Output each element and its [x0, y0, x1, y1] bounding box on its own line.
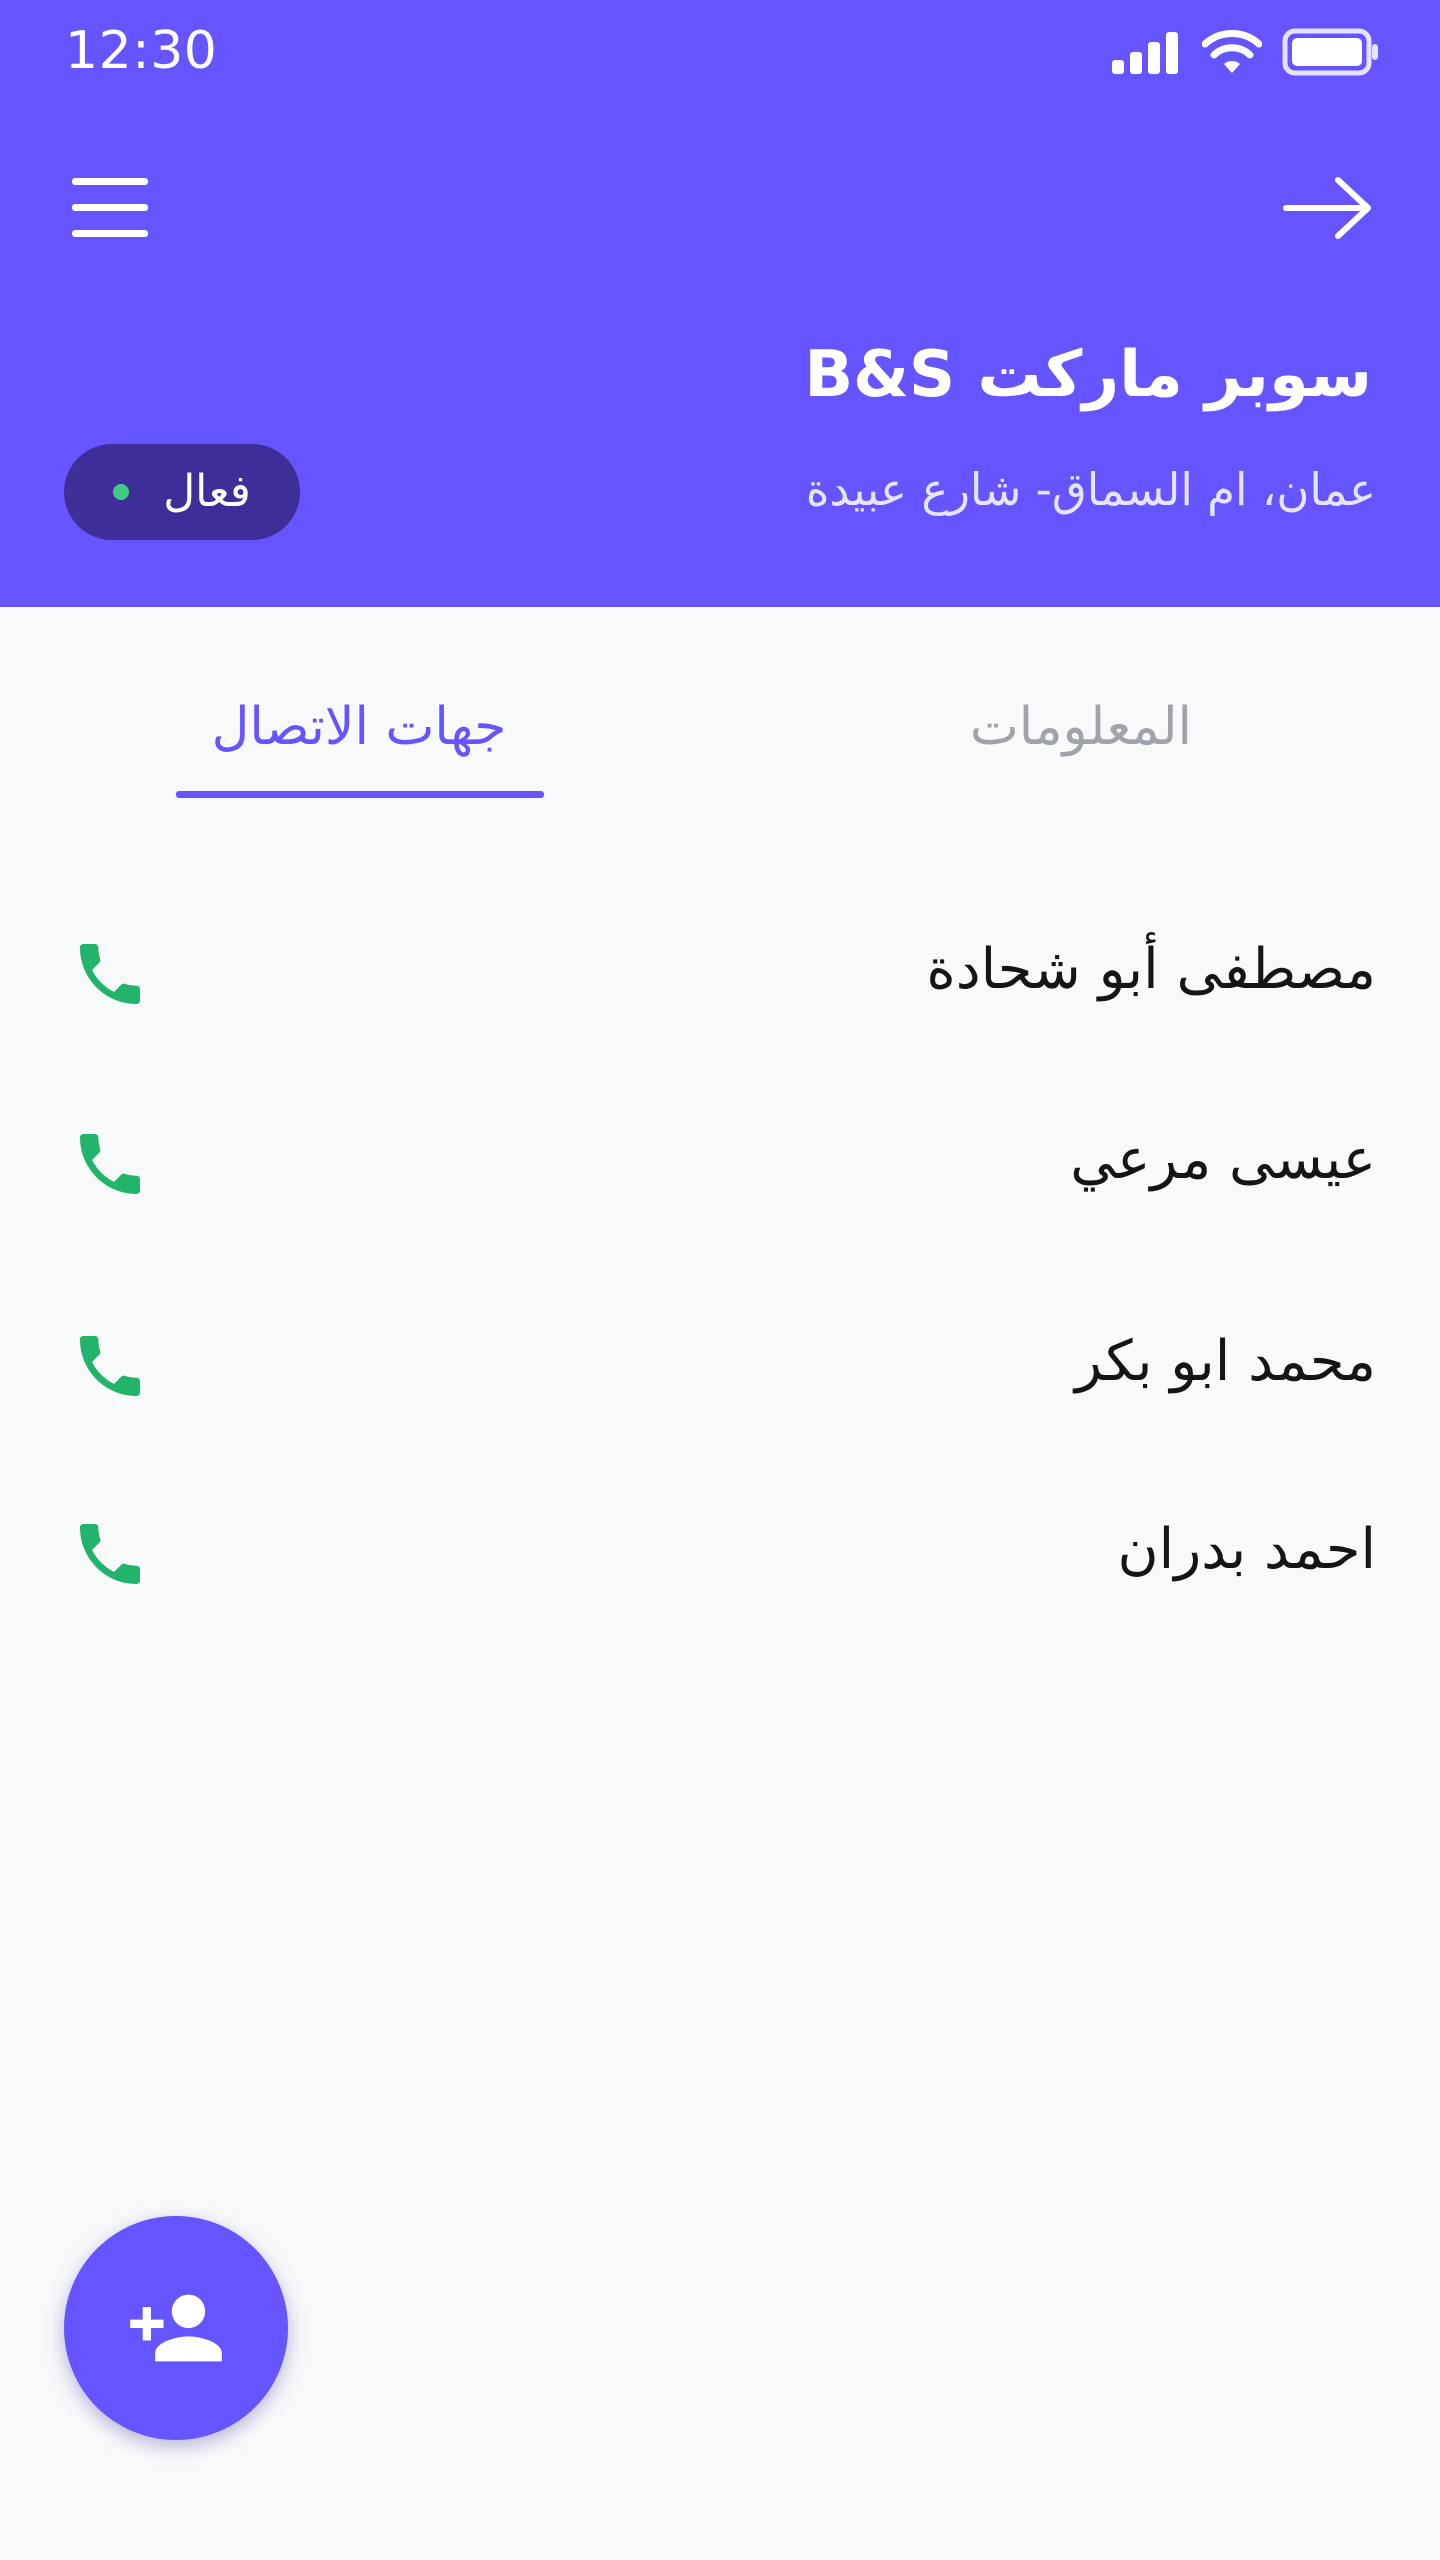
- phone-icon[interactable]: [70, 934, 150, 1014]
- list-item[interactable]: مصطفى أبو شحادة: [0, 880, 1440, 1060]
- status-badge: فعال: [64, 444, 300, 540]
- wifi-icon: [1202, 30, 1262, 73]
- contact-name: عيسى مرعي: [1070, 1127, 1376, 1192]
- arrow-right-icon[interactable]: [1282, 172, 1374, 244]
- add-person-icon: [130, 2294, 222, 2362]
- store-address: عمان، ام السماق- شارع عبيدة: [805, 463, 1376, 516]
- status-label: فعال: [163, 466, 251, 517]
- menu-icon[interactable]: [72, 174, 152, 242]
- list-item[interactable]: عيسى مرعي: [0, 1070, 1440, 1250]
- contact-name: احمد بدران: [1117, 1517, 1376, 1582]
- contact-name: محمد ابو بكر: [1075, 1329, 1376, 1394]
- status-dot: [113, 484, 130, 500]
- tab-info[interactable]: المعلومات: [970, 687, 1192, 767]
- store-name: سوبر ماركت B&S: [804, 338, 1372, 412]
- status-time: 12:30: [65, 21, 218, 81]
- tab-contacts[interactable]: جهات الاتصال: [176, 687, 542, 767]
- contact-name: مصطفى أبو شحادة: [926, 937, 1376, 1002]
- phone-icon[interactable]: [70, 1326, 150, 1406]
- status-icons: [1112, 22, 1380, 82]
- list-item[interactable]: محمد ابو بكر: [0, 1272, 1440, 1452]
- store-header: 12:30 سوبر ماركت B&S عمان، ام السماق- شا…: [0, 0, 1440, 607]
- tab-bar: المعلومات جهات الاتصال: [0, 607, 1440, 807]
- phone-icon[interactable]: [70, 1514, 150, 1594]
- battery-icon: [1282, 28, 1378, 76]
- signal-icon: [1112, 32, 1178, 74]
- phone-icon[interactable]: [70, 1124, 150, 1204]
- list-item[interactable]: احمد بدران: [0, 1460, 1440, 1640]
- add-contact-button[interactable]: [64, 2216, 288, 2440]
- active-tab-indicator: [176, 791, 544, 798]
